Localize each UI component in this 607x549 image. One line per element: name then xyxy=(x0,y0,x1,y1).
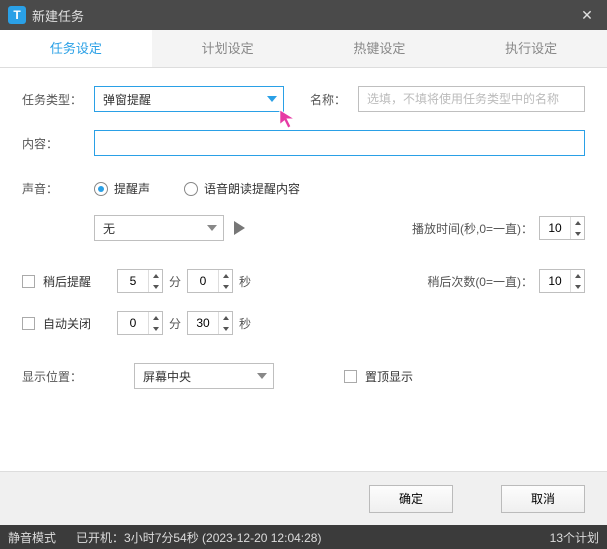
window-title: 新建任务 xyxy=(32,6,575,25)
chevron-down-icon xyxy=(207,225,217,231)
sound-label: 声音： xyxy=(22,180,94,197)
second-unit: 秒 xyxy=(239,273,251,290)
second-unit: 秒 xyxy=(239,315,251,332)
later-count-input[interactable] xyxy=(540,270,570,292)
close-sec-input[interactable] xyxy=(188,312,218,334)
sound-source-select[interactable]: 无 xyxy=(94,215,224,241)
minute-unit: 分 xyxy=(169,273,181,290)
tab-hotkey[interactable]: 热键设定 xyxy=(304,30,456,67)
play-icon[interactable] xyxy=(234,221,245,235)
task-type-select[interactable]: 弹窗提醒 xyxy=(94,86,284,112)
spinner-down-icon[interactable] xyxy=(149,323,162,334)
content-label: 内容： xyxy=(22,135,94,152)
spinner-down-icon[interactable] xyxy=(571,281,584,292)
cancel-button[interactable]: 取消 xyxy=(501,485,585,513)
minute-unit: 分 xyxy=(169,315,181,332)
radio-checked-icon xyxy=(94,182,108,196)
spinner-up-icon[interactable] xyxy=(149,270,162,281)
tab-schedule[interactable]: 计划设定 xyxy=(152,30,304,67)
spinner-up-icon[interactable] xyxy=(219,270,232,281)
play-time-spinner[interactable] xyxy=(539,216,585,240)
remind-later-checkbox[interactable] xyxy=(22,275,35,288)
close-sec-spinner[interactable] xyxy=(187,311,233,335)
play-time-label: 播放时间(秒,0=一直)： xyxy=(412,220,533,237)
chevron-down-icon xyxy=(257,373,267,379)
content-input[interactable] xyxy=(94,130,585,156)
tab-task[interactable]: 任务设定 xyxy=(0,30,152,67)
auto-close-checkbox[interactable] xyxy=(22,317,35,330)
status-mute: 静音模式 xyxy=(8,529,56,546)
spinner-down-icon[interactable] xyxy=(149,281,162,292)
app-logo-icon: T xyxy=(8,6,26,24)
close-min-input[interactable] xyxy=(118,312,148,334)
remind-sec-spinner[interactable] xyxy=(187,269,233,293)
radio-tts[interactable]: 语音朗读提醒内容 xyxy=(184,180,300,197)
spinner-down-icon[interactable] xyxy=(219,281,232,292)
topmost-label: 置顶显示 xyxy=(365,368,413,385)
remind-min-spinner[interactable] xyxy=(117,269,163,293)
spinner-up-icon[interactable] xyxy=(571,270,584,281)
task-type-label: 任务类型： xyxy=(22,91,94,108)
close-min-spinner[interactable] xyxy=(117,311,163,335)
position-value: 屏幕中央 xyxy=(143,368,191,385)
spinner-up-icon[interactable] xyxy=(149,312,162,323)
radio-alert-label: 提醒声 xyxy=(114,180,150,197)
spinner-down-icon[interactable] xyxy=(219,323,232,334)
position-select[interactable]: 屏幕中央 xyxy=(134,363,274,389)
radio-unchecked-icon xyxy=(184,182,198,196)
task-type-value: 弹窗提醒 xyxy=(103,91,151,108)
remind-later-label: 稍后提醒 xyxy=(43,273,99,290)
close-icon[interactable]: ✕ xyxy=(575,3,599,27)
name-label: 名称： xyxy=(310,91,358,108)
spinner-down-icon[interactable] xyxy=(571,228,584,239)
chevron-down-icon xyxy=(267,96,277,102)
radio-alert-sound[interactable]: 提醒声 xyxy=(94,180,150,197)
remind-sec-input[interactable] xyxy=(188,270,218,292)
topmost-checkbox[interactable] xyxy=(344,370,357,383)
radio-tts-label: 语音朗读提醒内容 xyxy=(204,180,300,197)
spinner-up-icon[interactable] xyxy=(219,312,232,323)
sound-source-value: 无 xyxy=(103,220,115,237)
position-label: 显示位置： xyxy=(22,368,94,385)
spinner-up-icon[interactable] xyxy=(571,217,584,228)
tab-execute[interactable]: 执行设定 xyxy=(455,30,607,67)
auto-close-label: 自动关闭 xyxy=(43,315,99,332)
later-count-spinner[interactable] xyxy=(539,269,585,293)
play-time-input[interactable] xyxy=(540,217,570,239)
remind-min-input[interactable] xyxy=(118,270,148,292)
status-plan-count: 13个计划 xyxy=(550,529,599,546)
ok-button[interactable]: 确定 xyxy=(369,485,453,513)
status-uptime: 已开机：3小时7分54秒 (2023-12-20 12:04:28) xyxy=(76,529,321,546)
later-count-label: 稍后次数(0=一直)： xyxy=(427,273,533,290)
name-input[interactable] xyxy=(358,86,585,112)
